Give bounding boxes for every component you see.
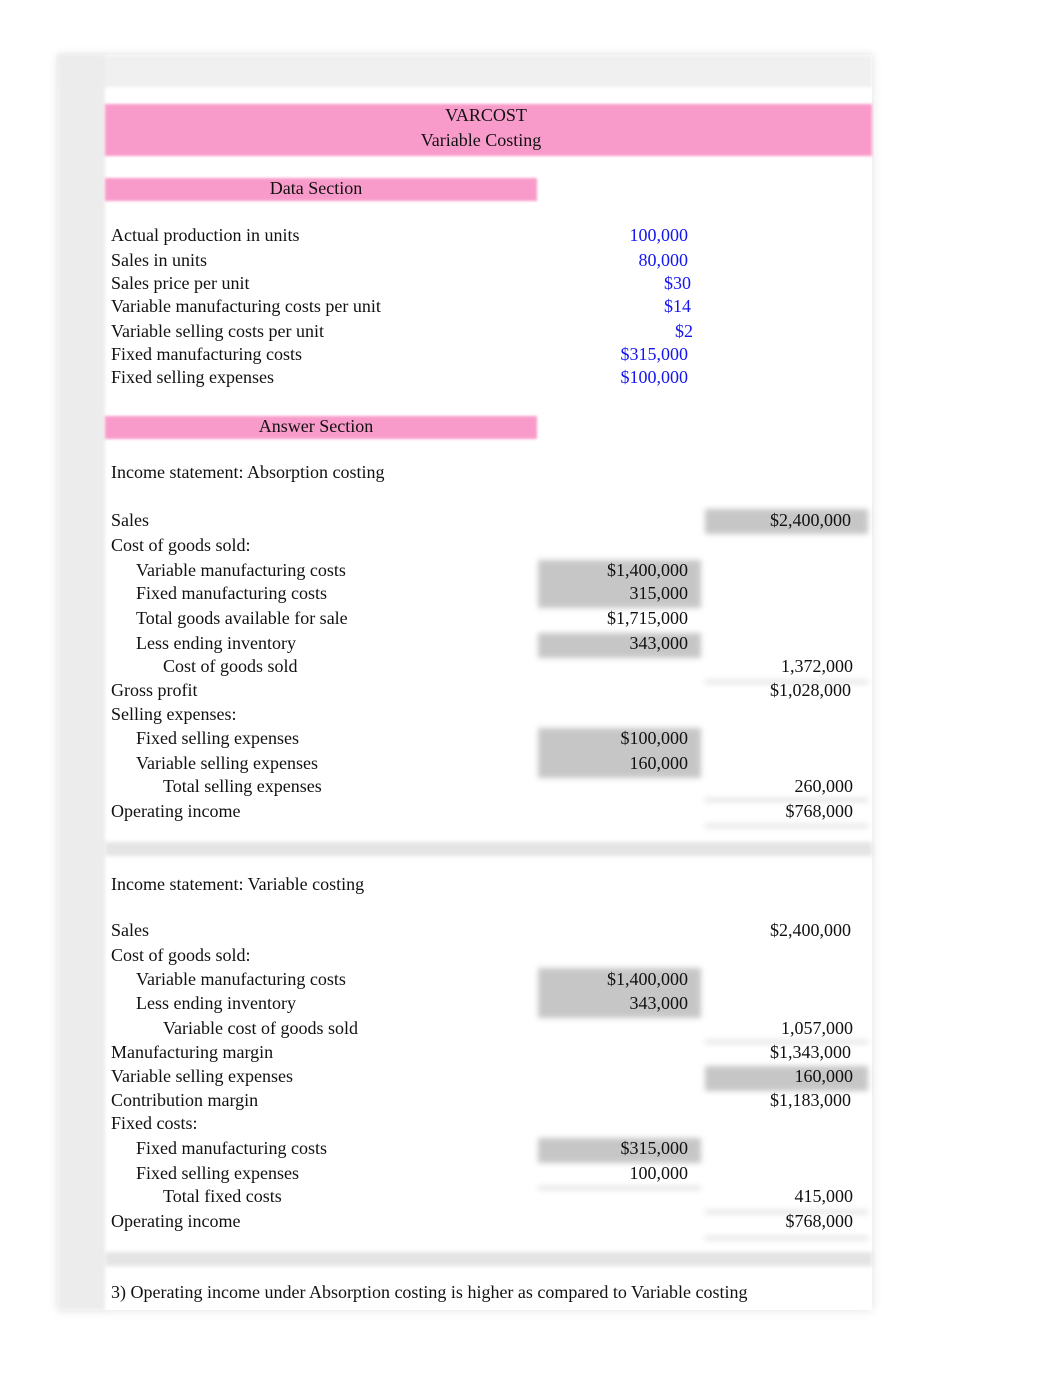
- statement-label: Fixed selling expenses: [136, 1163, 299, 1183]
- data-label: Sales in units: [111, 250, 208, 270]
- statement-label: Total goods available for sale: [136, 608, 348, 628]
- statement-label: Cost of goods sold: [163, 656, 298, 676]
- variable-heading: Income statement: Variable costing: [111, 874, 365, 894]
- statement-value-c: $768,000: [785, 1211, 854, 1231]
- statement-value-b: 160,000: [629, 753, 689, 773]
- data-value: $315,000: [620, 344, 689, 364]
- data-label: Variable selling costs per unit: [111, 321, 324, 341]
- absorption-heading: Income statement: Absorption costing: [111, 462, 385, 482]
- statement-label: Fixed costs:: [111, 1113, 198, 1133]
- statement-value-c: $2,400,000: [770, 920, 851, 940]
- statement-label: Cost of goods sold:: [111, 535, 251, 555]
- answer-note: 3) Operating income under Absorption cos…: [111, 1282, 748, 1302]
- statement-label: Gross profit: [111, 680, 198, 700]
- statement-label: Variable manufacturing costs: [136, 969, 346, 989]
- statement-label: Less ending inventory: [136, 633, 296, 653]
- statement-value-c: $2,400,000: [770, 510, 851, 530]
- statement-value-c: 160,000: [794, 1066, 854, 1086]
- data-value: $2: [675, 321, 693, 341]
- statement-value-b: 343,000: [629, 993, 689, 1013]
- data-label: Fixed manufacturing costs: [111, 344, 302, 364]
- statement-value-c: 415,000: [794, 1186, 854, 1206]
- statement-value-b: 100,000: [629, 1163, 689, 1183]
- statement-value-c: $1,028,000: [770, 680, 851, 700]
- statement-value-b: 315,000: [629, 583, 689, 603]
- statement-label: Less ending inventory: [136, 993, 296, 1013]
- statement-value-c: $1,183,000: [770, 1090, 851, 1110]
- statement-label: Contribution margin: [111, 1090, 259, 1110]
- statement-value-b: $1,400,000: [607, 560, 688, 580]
- sheet-title: VARCOST: [445, 105, 527, 125]
- statement-label: Fixed manufacturing costs: [136, 1138, 327, 1158]
- statement-label: Cost of goods sold:: [111, 945, 251, 965]
- statement-label: Fixed manufacturing costs: [136, 583, 327, 603]
- statement-value-c: 1,372,000: [781, 656, 853, 676]
- answer-section-heading: Answer Section: [258, 416, 374, 436]
- statement-label: Sales: [111, 920, 149, 940]
- statement-value-c: 260,000: [794, 776, 854, 796]
- data-label: Sales price per unit: [111, 273, 250, 293]
- statement-label: Total selling expenses: [163, 776, 322, 796]
- statement-label: Total fixed costs: [163, 1186, 282, 1206]
- border-line: [705, 824, 868, 828]
- statement-value-c: $768,000: [785, 801, 854, 821]
- statement-label: Selling expenses:: [111, 704, 237, 724]
- data-value: $14: [664, 296, 691, 316]
- statement-value-b: $1,400,000: [607, 969, 688, 989]
- statement-label: Variable cost of goods sold: [163, 1018, 358, 1038]
- data-label: Actual production in units: [111, 225, 300, 245]
- data-value: $30: [664, 273, 691, 293]
- statement-label: Variable selling expenses: [136, 753, 318, 773]
- data-value: 100,000: [629, 225, 689, 245]
- statement-label: Fixed selling expenses: [136, 728, 299, 748]
- statement-label: Variable manufacturing costs: [136, 560, 346, 580]
- statement-value-b: $100,000: [620, 728, 689, 748]
- statement-label: Manufacturing margin: [111, 1042, 274, 1062]
- statement-value-c: $1,343,000: [770, 1042, 851, 1062]
- sheet-subtitle: Variable Costing: [420, 130, 542, 150]
- statement-value-c: 1,057,000: [781, 1018, 853, 1038]
- border-line: [705, 1236, 868, 1240]
- data-value: $100,000: [620, 367, 689, 387]
- data-value: 80,000: [638, 250, 689, 270]
- statement-label: Operating income: [111, 801, 241, 821]
- statement-value-b: $315,000: [620, 1138, 689, 1158]
- separator: [105, 842, 872, 856]
- column-headers: [58, 55, 872, 87]
- statement-label: Variable selling expenses: [111, 1066, 293, 1086]
- row-headers: [58, 55, 105, 1310]
- data-label: Fixed selling expenses: [111, 367, 274, 387]
- separator: [105, 1252, 872, 1266]
- border-line: [538, 1186, 701, 1190]
- statement-value-b: $1,715,000: [607, 608, 688, 628]
- data-section-heading: Data Section: [269, 178, 363, 198]
- data-label: Variable manufacturing costs per unit: [111, 296, 381, 316]
- statement-label: Sales: [111, 510, 149, 530]
- statement-label: Operating income: [111, 1211, 241, 1231]
- statement-value-b: 343,000: [629, 633, 689, 653]
